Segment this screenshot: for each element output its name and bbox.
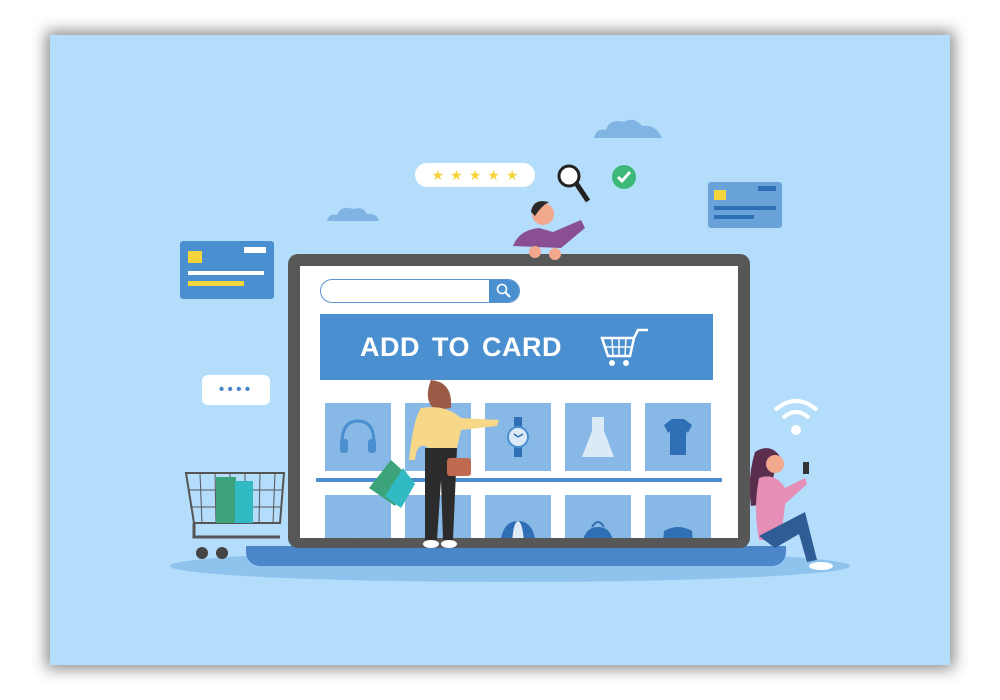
dress-icon [582,417,614,457]
star-rating: ★ ★ ★ ★ ★ [415,163,535,187]
star-icon: ★ [505,166,519,183]
check-icon [612,165,636,189]
add-to-card-banner[interactable]: ADD TO CARD [320,314,713,380]
product-tile-jacket[interactable] [645,495,711,538]
cloud-icon [594,119,662,138]
search-icon [496,283,511,298]
credit-card-icon [708,182,782,228]
cloud-icon [327,207,379,221]
wifi-icon [773,399,819,435]
woman-with-phone [749,448,833,570]
product-tile-dress[interactable] [565,403,631,471]
credit-card-icon [180,241,274,299]
laptop-base [246,546,786,566]
chat-bubble: •••• [202,375,270,405]
man-with-magnifier [513,201,585,260]
star-icon: ★ [487,166,500,183]
star-icon: ★ [431,166,445,183]
shopping-cart-icon [600,328,648,366]
search-input[interactable] [320,279,520,303]
backpack-icon [583,521,613,538]
t-shirt-icon [664,419,692,455]
product-tile-backpack[interactable] [565,495,631,538]
jacket-icon [663,527,693,538]
star-icon: ★ [450,166,463,183]
star-icon: ★ [468,166,482,183]
woman-shopper [369,380,499,548]
typing-dots: •••• [218,381,254,398]
product-tile-t-shirt[interactable] [645,403,711,471]
search-button[interactable] [489,280,519,302]
banner-title: ADD TO CARD [360,331,562,362]
